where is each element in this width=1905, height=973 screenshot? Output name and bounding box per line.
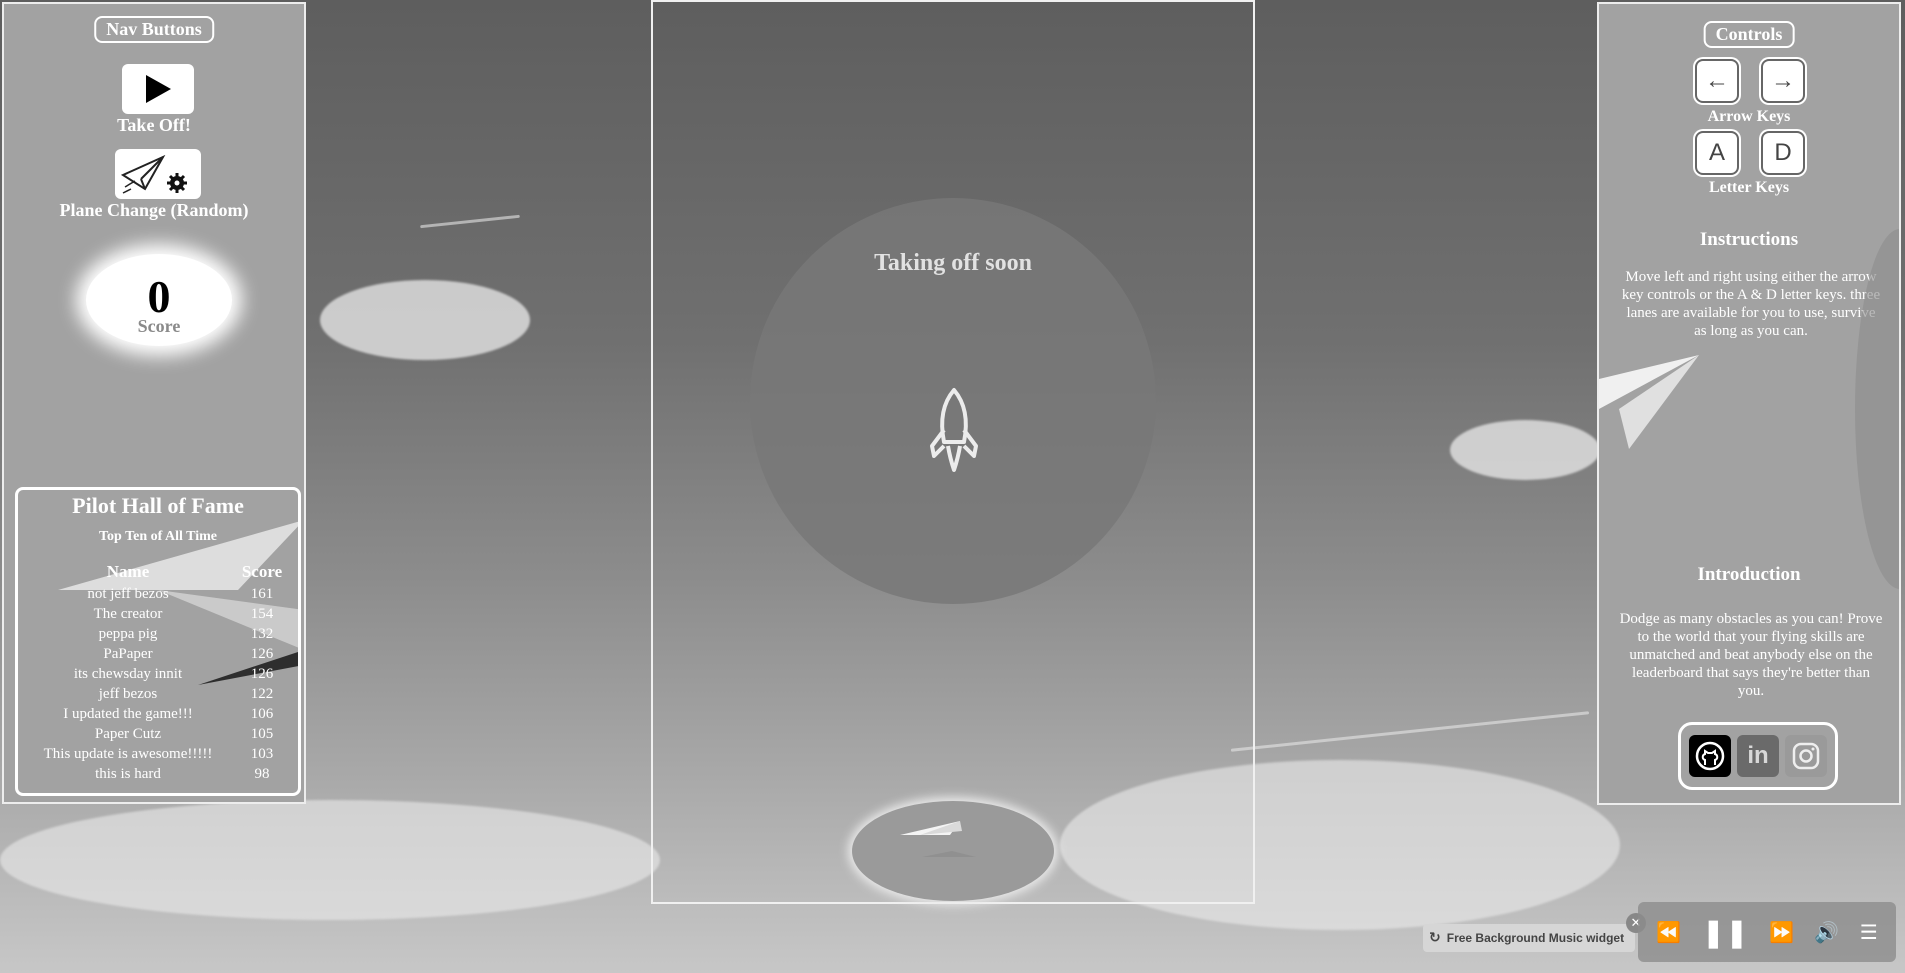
- music-player: ⏪ ❚❚ ⏩ 🔊 ☰: [1638, 902, 1896, 962]
- table-row: The creator 154: [28, 604, 296, 624]
- cloud-decoration: [1450, 420, 1600, 480]
- score-column-header: Score: [241, 562, 283, 581]
- hall-of-fame-title: Pilot Hall of Fame: [72, 493, 244, 518]
- volume-icon[interactable]: 🔊: [1814, 920, 1839, 944]
- table-row: jeff bezos 122: [28, 684, 296, 704]
- paper-plane-decoration: [1599, 355, 1699, 449]
- player-score: 132: [250, 625, 274, 642]
- letter-keys-label: Letter Keys: [1708, 179, 1790, 196]
- player-name: PaPaper: [103, 645, 153, 662]
- cloud-decoration: [0, 800, 660, 920]
- table-row: Paper Cutz 105: [28, 724, 296, 744]
- player-name: I updated the game!!!: [63, 705, 193, 722]
- score-display: 0 Score: [86, 254, 232, 346]
- player-name: not jeff bezos: [87, 585, 169, 602]
- music-widget-label: Free Background Music widget: [1446, 931, 1625, 945]
- name-column-header: Name: [106, 562, 150, 581]
- leaderboard-header: Name Score: [28, 560, 296, 584]
- music-widget-link[interactable]: ↻ Free Background Music widget: [1423, 924, 1635, 952]
- hall-of-fame: Pilot Hall of Fame Top Ten of All Time N…: [15, 487, 301, 796]
- fast-forward-icon[interactable]: ⏩: [1769, 920, 1794, 944]
- introduction-heading: Introduction: [1697, 564, 1801, 585]
- take-off-label: Take Off!: [117, 115, 191, 135]
- score-value: 0: [147, 271, 171, 322]
- player-plane-area: [852, 801, 1054, 901]
- rewind-icon[interactable]: ⏪: [1656, 920, 1681, 944]
- player-name: jeff bezos: [98, 685, 158, 702]
- table-row: this is hard 98: [28, 764, 296, 784]
- take-off-button[interactable]: [122, 64, 194, 114]
- takeoff-overlay: Taking off soon: [750, 198, 1156, 604]
- linkedin-icon[interactable]: in: [1737, 735, 1779, 777]
- hall-of-fame-subtitle: Top Ten of All Time: [98, 529, 217, 544]
- table-row: its chewsday innit 126: [28, 664, 296, 684]
- table-row: PaPaper 126: [28, 644, 296, 664]
- instructions-text: Move left and right using either the arr…: [1621, 269, 1881, 339]
- controls-title: Controls: [1703, 21, 1795, 48]
- controls-panel: Controls ← → Arrow Keys A D Letter Keys …: [1597, 2, 1901, 805]
- instagram-icon[interactable]: [1785, 735, 1827, 777]
- right-arrow-key[interactable]: →: [1763, 61, 1803, 101]
- cloud-decoration: [320, 280, 530, 360]
- paper-plane-icon: [900, 821, 976, 857]
- player-score: 126: [250, 645, 274, 662]
- player-score: 105: [250, 725, 274, 742]
- table-row: peppa pig 132: [28, 624, 296, 644]
- player-score: 161: [250, 585, 274, 602]
- status-text: Taking off soon: [874, 250, 1032, 276]
- player-score: 126: [250, 665, 274, 682]
- d-key[interactable]: D: [1763, 133, 1803, 173]
- score-label: Score: [137, 316, 181, 336]
- arrow-keys-label: Arrow Keys: [1707, 108, 1791, 125]
- table-row: I updated the game!!! 106: [28, 704, 296, 724]
- player-score: 122: [250, 685, 274, 702]
- player-score: 103: [250, 745, 274, 762]
- instructions-heading: Instructions: [1699, 229, 1799, 250]
- player-score: 154: [250, 605, 274, 622]
- nav-panel: Nav Buttons Take Off! Plane Change (Rand…: [2, 2, 306, 804]
- player-name: The creator: [93, 605, 163, 622]
- cloud-streak: [1230, 711, 1590, 752]
- play-icon: [146, 75, 171, 103]
- plane-change-label: Plane Change (Random): [59, 200, 249, 220]
- table-row: This update is awesome!!!!! 103: [28, 744, 296, 764]
- leaderboard-table: Name Score not jeff bezos 161 The creator…: [28, 560, 296, 784]
- nav-buttons-title: Nav Buttons: [94, 16, 214, 43]
- player-name: its chewsday innit: [73, 665, 183, 682]
- player-name: peppa pig: [98, 625, 158, 642]
- plane-change-button[interactable]: [115, 149, 201, 199]
- github-icon[interactable]: [1689, 735, 1731, 777]
- introduction-text: Dodge as many obstacles as you can! Prov…: [1619, 611, 1883, 699]
- playlist-icon[interactable]: ☰: [1860, 920, 1878, 944]
- player-name: This update is awesome!!!!!: [43, 745, 213, 762]
- player-score: 106: [250, 705, 274, 722]
- rocket-icon: [930, 388, 978, 472]
- social-links: in: [1678, 722, 1838, 790]
- music-logo-icon: ↻: [1429, 930, 1441, 946]
- player-name: this is hard: [95, 765, 161, 782]
- left-arrow-key[interactable]: ←: [1697, 61, 1737, 101]
- table-row: not jeff bezos 161: [28, 584, 296, 604]
- player-name: Paper Cutz: [94, 725, 162, 742]
- a-key[interactable]: A: [1697, 133, 1737, 173]
- cloud-streak: [420, 214, 520, 229]
- paper-plane-settings-icon: [120, 154, 187, 194]
- pause-icon[interactable]: ❚❚: [1702, 916, 1749, 949]
- player-score: 98: [254, 765, 270, 782]
